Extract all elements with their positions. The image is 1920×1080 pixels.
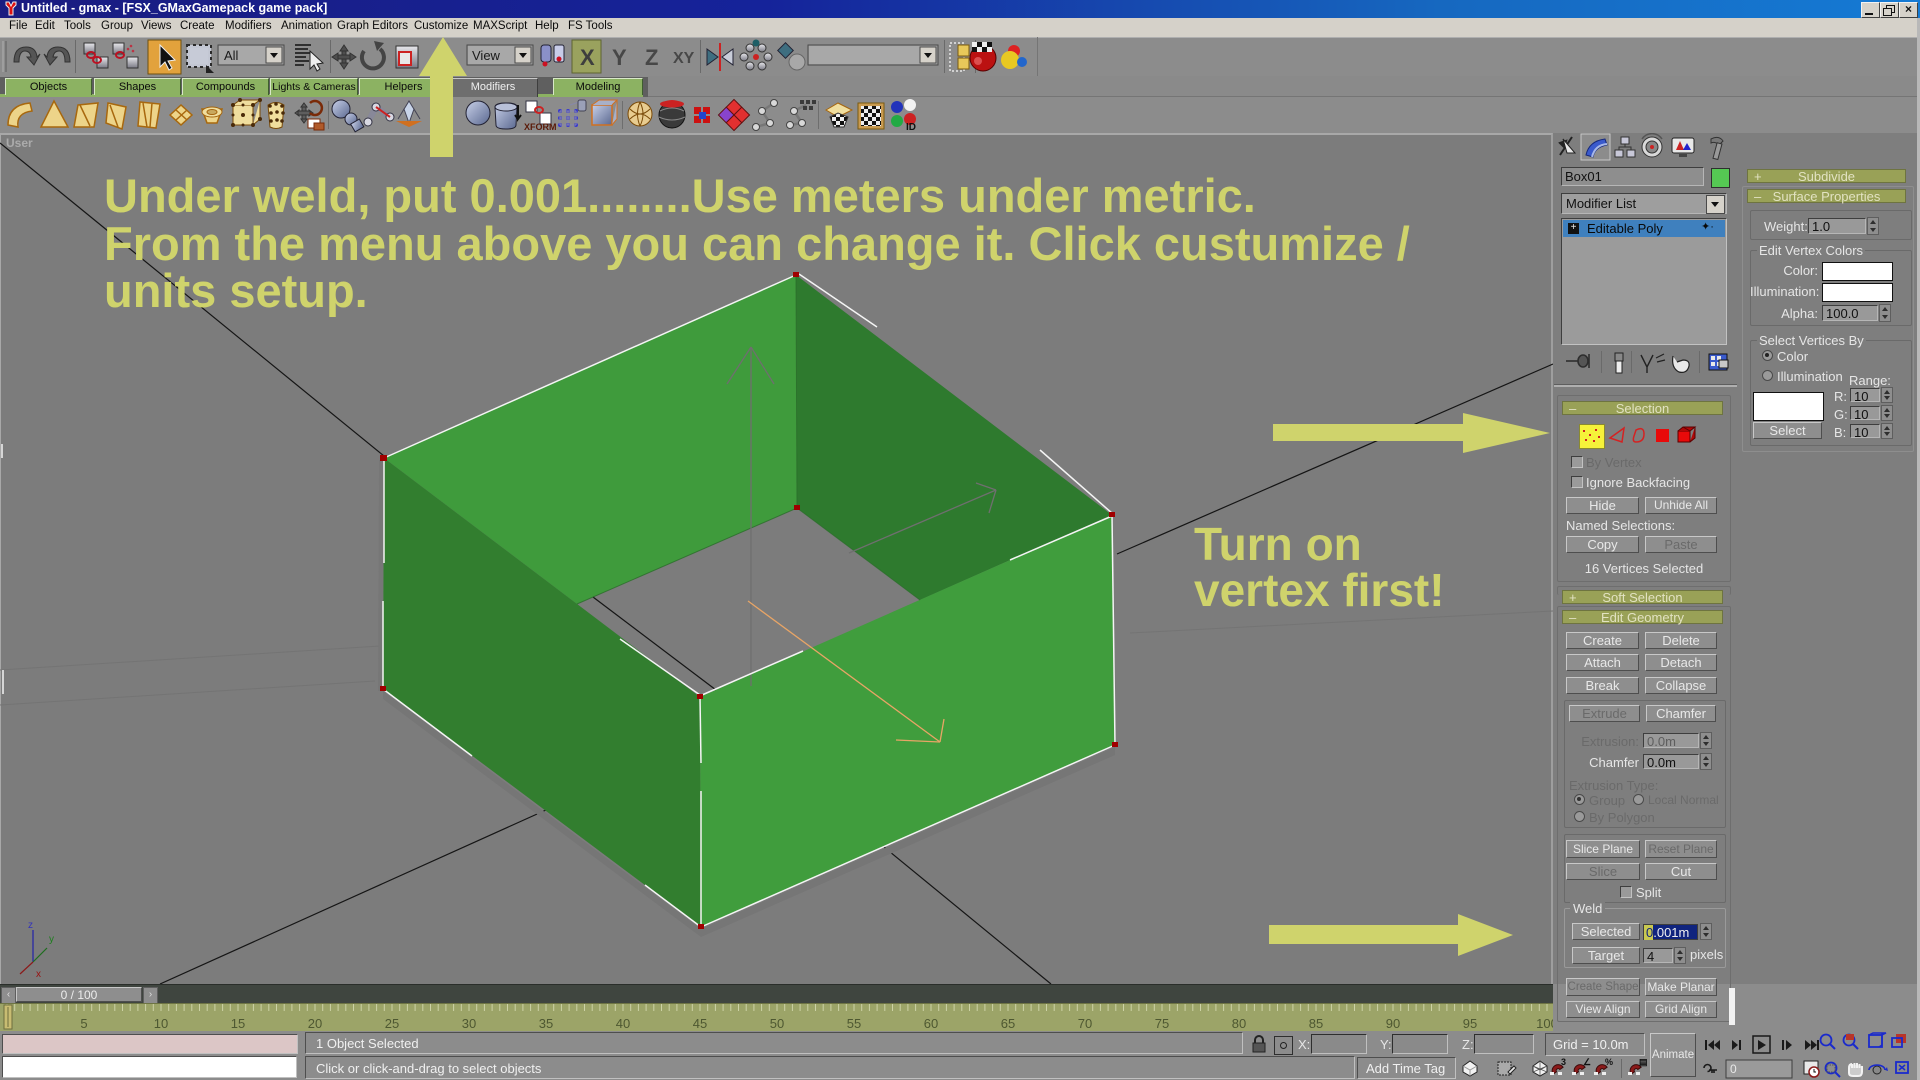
svg-text:10: 10 (154, 1016, 168, 1031)
svg-text:50: 50 (770, 1016, 784, 1031)
svg-text:30: 30 (462, 1016, 476, 1031)
svg-text:55: 55 (847, 1016, 861, 1031)
svg-text:85: 85 (1309, 1016, 1323, 1031)
svg-text:95: 95 (1463, 1016, 1477, 1031)
svg-text:▤: ▤ (1639, 1057, 1648, 1067)
svg-text:20: 20 (308, 1016, 322, 1031)
svg-text:3: 3 (1561, 1057, 1566, 1067)
svg-text:15: 15 (231, 1016, 245, 1031)
svg-text:75: 75 (1155, 1016, 1169, 1031)
svg-text:40: 40 (616, 1016, 630, 1031)
svg-text:90: 90 (1386, 1016, 1400, 1031)
svg-text:0: 0 (1730, 1062, 1737, 1076)
svg-text:%: % (1605, 1057, 1613, 1067)
svg-text:35: 35 (539, 1016, 553, 1031)
svg-text:45: 45 (693, 1016, 707, 1031)
svg-text:80: 80 (1232, 1016, 1246, 1031)
svg-text:100: 100 (1536, 1016, 1553, 1031)
svg-text:60: 60 (924, 1016, 938, 1031)
svg-text:70: 70 (1078, 1016, 1092, 1031)
svg-text:5: 5 (80, 1016, 87, 1031)
svg-text:25: 25 (385, 1016, 399, 1031)
svg-text:65: 65 (1001, 1016, 1015, 1031)
svg-text:∠: ∠ (1583, 1057, 1591, 1067)
